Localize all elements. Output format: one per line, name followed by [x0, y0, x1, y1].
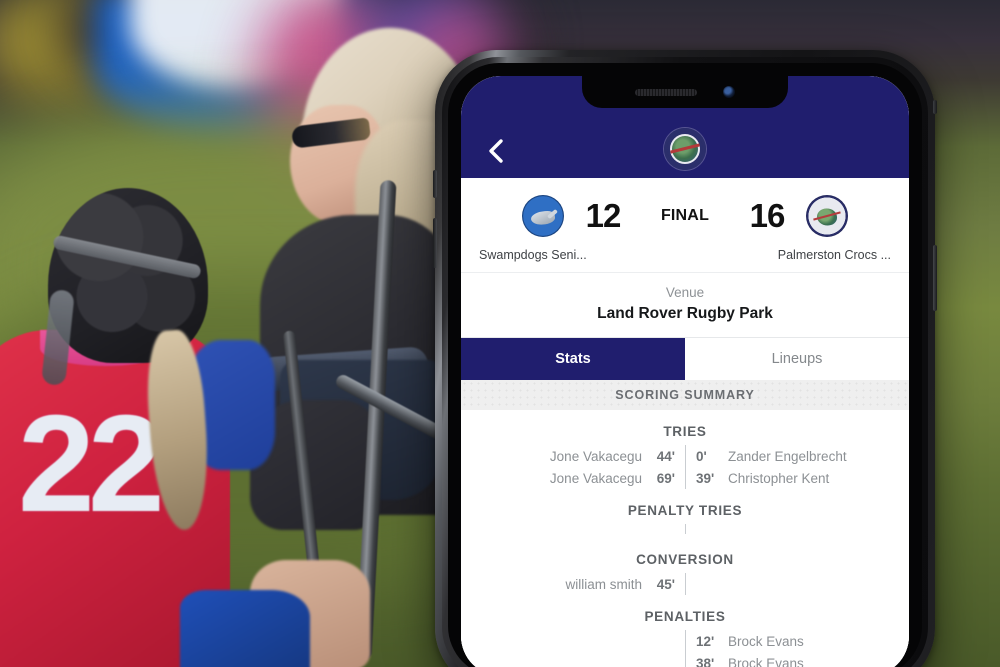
palmerston-crocs-crest-icon [664, 128, 706, 170]
scoring-row: Jone Vakacegu 44' 0' Zander Engelbrecht [461, 445, 909, 468]
earpiece-speaker-icon [635, 88, 697, 96]
scoring-rows: Jone Vakacegu 44' 0' Zander Engelbrecht Jone… [461, 445, 909, 490]
venue-label: Venue [665, 285, 705, 300]
team-names-row: Swampdogs Seni... Palmerston Crocs ... [479, 248, 891, 262]
away-scorer-name: Brock Evans [728, 633, 804, 649]
palmerston-crocs-crest-icon [806, 195, 848, 237]
empty-scoring-divider [461, 524, 909, 538]
jersey-number-digit: 2 [18, 387, 95, 541]
power-button[interactable] [933, 245, 937, 311]
scoring-row: william smith 45' [461, 573, 909, 596]
category-spacer [461, 491, 909, 503]
tab-lineups[interactable]: Lineups [685, 338, 909, 381]
section-header: SCORING SUMMARY [461, 380, 909, 411]
scoring-category: CONVERSION william smith 45' [461, 552, 909, 596]
away-score: 16 [749, 197, 786, 234]
tab-bar: Stats Lineups [461, 338, 909, 381]
front-camera-icon [723, 86, 735, 98]
scoring-rows: 12' Brock Evans 38' Brock Evans [461, 630, 909, 667]
player-shorts [180, 590, 310, 667]
scoring-rows: william smith 45' [461, 573, 909, 596]
phone-mockup: 12 FINAL 16 Swampdogs Seni... Palmerston… [433, 50, 937, 667]
home-scorer-minute: 44' [656, 448, 675, 464]
away-scorer-minute: 39' [696, 470, 715, 486]
scoring-summary-list: TRIES Jone Vakacegu 44' 0' Zander Engelbrech… [461, 410, 909, 667]
home-scorer-minute: 45' [656, 576, 675, 592]
antenna-line [933, 100, 937, 114]
scoring-rows [461, 524, 909, 538]
scoreboard: 12 FINAL 16 Swampdogs Seni... Palmerston… [461, 178, 909, 273]
scoring-category: PENALTY TRIES [461, 503, 909, 538]
scoring-row: Jone Vakacegu 69' 39' Christopher Kent [461, 467, 909, 490]
volume-buttons[interactable] [433, 218, 437, 268]
scoring-category: PENALTIES 12' Brock Evans 38' Brock Evans [461, 609, 909, 667]
app-container: 12 FINAL 16 Swampdogs Seni... Palmerston… [461, 76, 909, 667]
mute-switch[interactable] [433, 170, 437, 198]
away-team-name: Palmerston Crocs ... [777, 248, 891, 262]
venue-name: Land Rover Rugby Park [597, 305, 773, 323]
away-scorer-minute: 38' [696, 655, 715, 667]
category-spacer [461, 597, 909, 609]
scoring-row: 12' Brock Evans [461, 630, 909, 653]
home-scorer-name: Jone Vakacegu [549, 470, 642, 486]
scoreboard-row: 12 FINAL 16 [479, 192, 891, 240]
away-scorer-minute: 0' [696, 448, 707, 464]
chevron-left-icon [488, 138, 504, 164]
row-divider [685, 573, 686, 596]
venue-card: Venue Land Rover Rugby Park [461, 273, 909, 339]
away-scorer-name: Christopher Kent [728, 470, 830, 486]
scoring-category-title: PENALTY TRIES [627, 503, 743, 519]
away-scorer-name: Brock Evans [728, 655, 804, 667]
home-score: 12 [585, 197, 622, 234]
scoring-category-title: TRIES [663, 424, 707, 440]
phone-screen: 12 FINAL 16 Swampdogs Seni... Palmerston… [461, 76, 909, 667]
home-team-name: Swampdogs Seni... [479, 248, 587, 262]
home-scorer-name: Jone Vakacegu [549, 448, 642, 464]
scoring-category-title: PENALTIES [644, 609, 726, 625]
back-button[interactable] [479, 134, 513, 168]
away-scorer-minute: 12' [696, 633, 715, 649]
tab-stats[interactable]: Stats [461, 338, 685, 381]
scoring-row: 38' Brock Evans [461, 652, 909, 667]
category-spacer [461, 540, 909, 552]
home-scorer-name: william smith [565, 576, 642, 592]
phone-notch [582, 76, 788, 108]
swampdogs-crest-icon [522, 195, 564, 237]
row-divider [684, 524, 686, 535]
match-status: FINAL [660, 207, 710, 224]
scoring-category: TRIES Jone Vakacegu 44' 0' Zander Engelbrech… [461, 424, 909, 490]
home-scorer-minute: 69' [656, 470, 675, 486]
away-scorer-name: Zander Engelbrecht [728, 448, 847, 464]
scoring-category-title: CONVERSION [636, 552, 734, 568]
